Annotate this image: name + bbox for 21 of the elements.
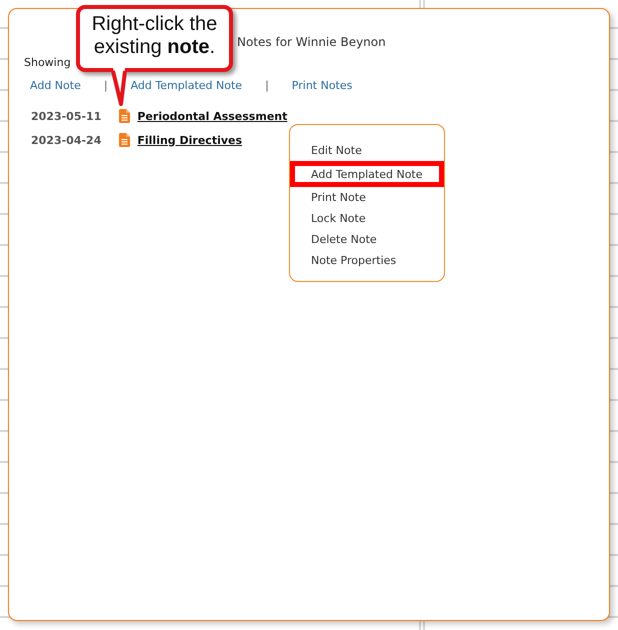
- note-date: 2023-04-24: [31, 134, 102, 146]
- callout-pointer: [110, 68, 128, 107]
- document-icon: [119, 133, 130, 147]
- menu-item[interactable]: Print Note: [290, 187, 444, 208]
- link-separator: |: [104, 79, 108, 92]
- menu-item[interactable]: Add Templated Note: [290, 161, 444, 187]
- document-icon: [119, 109, 130, 123]
- instruction-callout: Right-click the existing note.: [76, 5, 233, 72]
- note-title-link[interactable]: Periodontal Assessment: [137, 110, 288, 122]
- notes-title: Notes for Winnie Beynon: [237, 35, 386, 50]
- menu-item[interactable]: Note Properties: [290, 250, 444, 271]
- note-title-link[interactable]: Filling Directives: [137, 134, 242, 146]
- toolbar-link[interactable]: Add Note: [30, 79, 81, 92]
- toolbar-link[interactable]: Add Templated Note: [130, 79, 242, 92]
- menu-item[interactable]: Delete Note: [290, 229, 444, 250]
- showing-label: Showing: [24, 56, 71, 69]
- menu-item[interactable]: Edit Note: [290, 140, 444, 161]
- menu-item[interactable]: Lock Note: [290, 208, 444, 229]
- toolbar-link[interactable]: Print Notes: [292, 79, 352, 92]
- link-separator: |: [265, 79, 269, 92]
- note-date: 2023-05-11: [31, 110, 102, 122]
